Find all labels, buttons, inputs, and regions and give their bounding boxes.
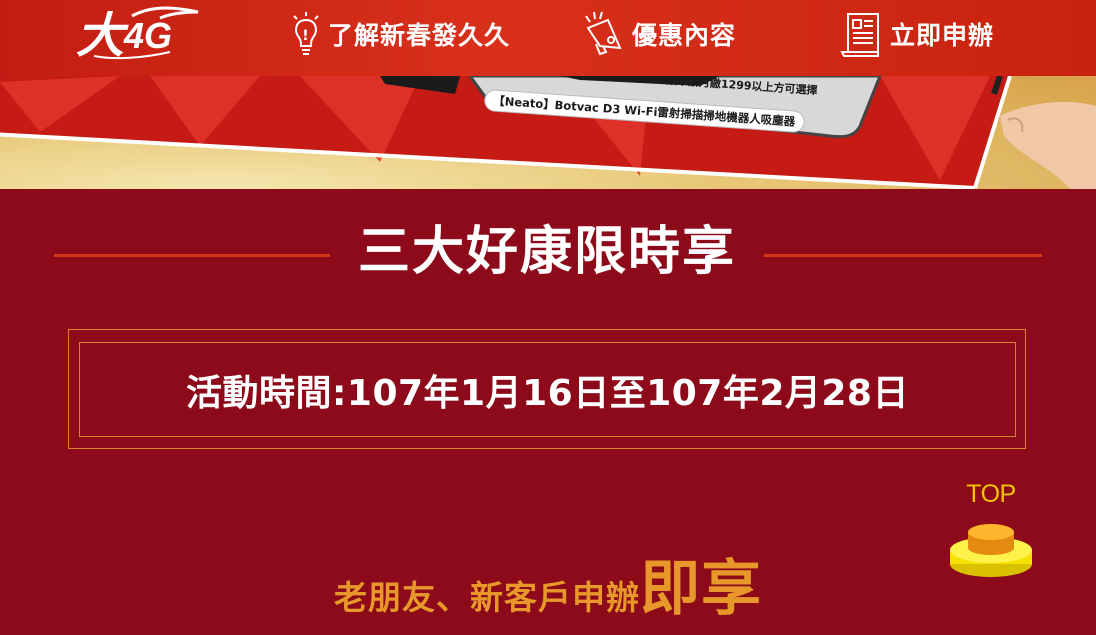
title-divider-right (764, 254, 1042, 257)
top-nav: 大 4G ! 了解新春發久久 優惠內容 立即申辦 (0, 0, 1096, 76)
section-title: 三大好康限時享 (357, 222, 736, 282)
svg-text:4G: 4G (123, 15, 172, 56)
brand-logo[interactable]: 大 4G (74, 2, 204, 64)
megaphone-icon (585, 11, 622, 56)
nav-item-label: 立即申辦 (890, 21, 995, 50)
svg-text:!: ! (302, 28, 309, 44)
banner-artwork (0, 76, 1096, 189)
promo-banner: 限申辦月繳1299以上方可選擇 【Neato】Botvac D3 Wi-Fi雷射… (0, 76, 1096, 189)
nav-item-offers[interactable]: 優惠內容 (582, 8, 736, 60)
event-period-box: 活動時間:107年1月16日至107年2月28日 (79, 342, 1016, 437)
nav-item-apply[interactable]: 立即申辦 (838, 8, 994, 60)
document-icon (840, 13, 879, 57)
svg-text:大: 大 (76, 8, 129, 62)
section-header: 三大好康限時享 (0, 218, 1096, 286)
nav-item-learn[interactable]: ! 了解新春發久久 (290, 8, 510, 60)
lightbulb-icon: ! (293, 12, 319, 55)
offer-heading: 老朋友、新客戶申辦即享 (0, 540, 1096, 624)
offer-lead-text: 老朋友、新客戶申辦 (334, 578, 640, 617)
event-period-text: 活動時間:107年1月16日至107年2月28日 (186, 372, 909, 414)
top-label: TOP (966, 480, 1016, 508)
title-divider-left (54, 254, 330, 257)
nav-item-label: 優惠內容 (632, 21, 737, 50)
back-to-top-button[interactable]: TOP (944, 478, 1040, 582)
offer-emphasis-text: 即享 (640, 554, 762, 624)
nav-item-label: 了解新春發久久 (328, 21, 511, 50)
push-button-icon (950, 524, 1032, 577)
